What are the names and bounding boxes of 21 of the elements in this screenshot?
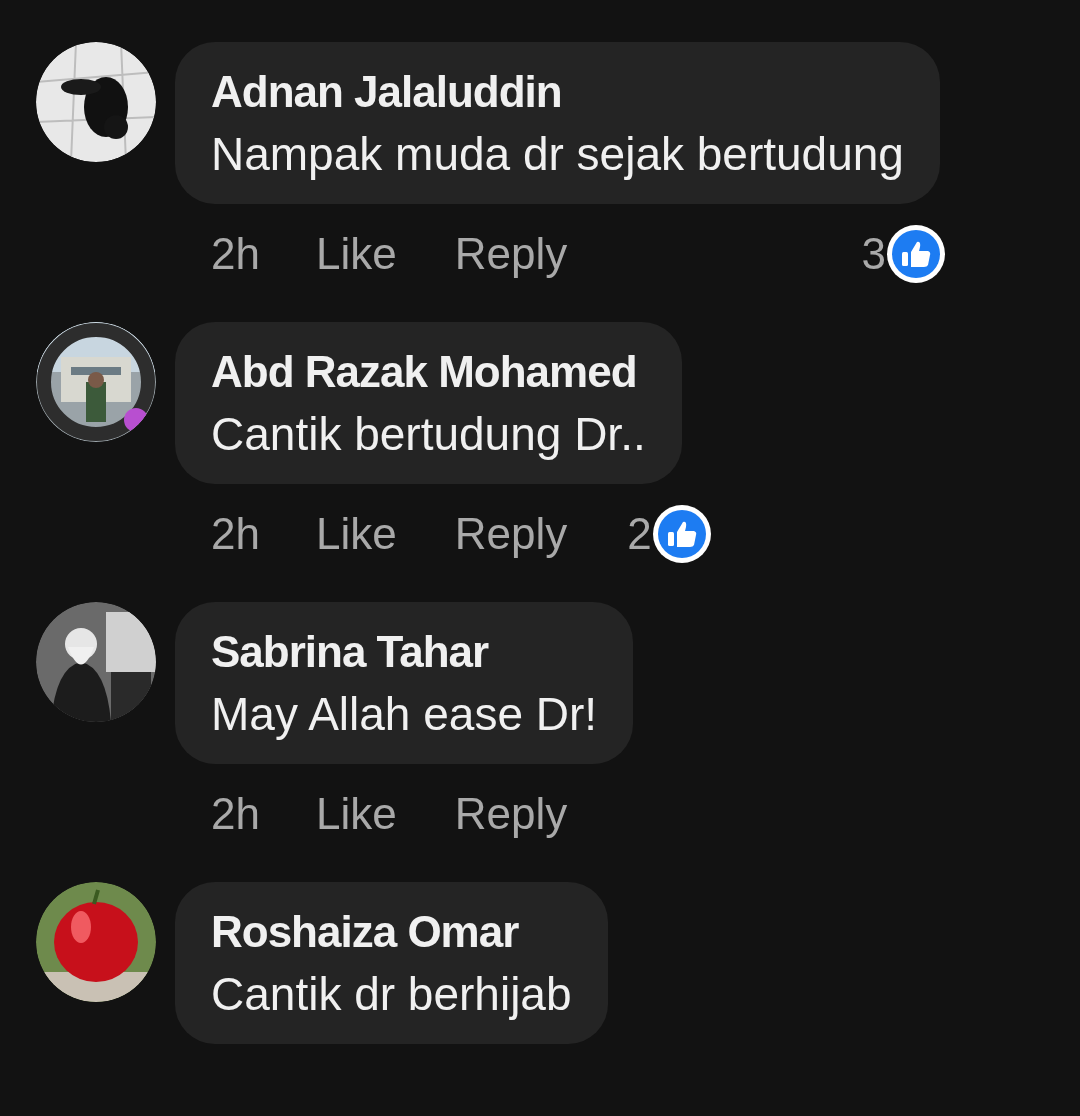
reply-button[interactable]: Reply xyxy=(454,501,568,567)
like-reaction-icon xyxy=(651,504,712,564)
like-button[interactable]: Like xyxy=(315,221,397,287)
comment-author[interactable]: Sabrina Tahar xyxy=(211,624,598,680)
reply-button[interactable]: Reply xyxy=(454,221,568,287)
like-reaction-icon xyxy=(885,224,946,284)
comment-author[interactable]: Abd Razak Mohamed xyxy=(211,344,646,400)
comment-text: Nampak muda dr sejak bertudung xyxy=(211,127,904,182)
like-button[interactable]: Like xyxy=(315,501,397,567)
comment-time: 2h xyxy=(211,508,260,560)
comment-text: May Allah ease Dr! xyxy=(211,687,598,742)
comment-time: 2h xyxy=(211,228,260,280)
reaction-count: 3 xyxy=(861,228,886,280)
comment-text: Cantik bertudung Dr.. xyxy=(211,407,646,462)
comment-time: 2h xyxy=(211,788,260,840)
comment-author[interactable]: Roshaiza Omar xyxy=(211,904,572,960)
comment-author[interactable]: Adnan Jalaluddin xyxy=(211,64,904,120)
reply-button[interactable]: Reply xyxy=(454,781,568,847)
reaction-count: 2 xyxy=(627,508,652,560)
comment-text: Cantik dr berhijab xyxy=(211,967,572,1022)
like-button[interactable]: Like xyxy=(315,781,397,847)
